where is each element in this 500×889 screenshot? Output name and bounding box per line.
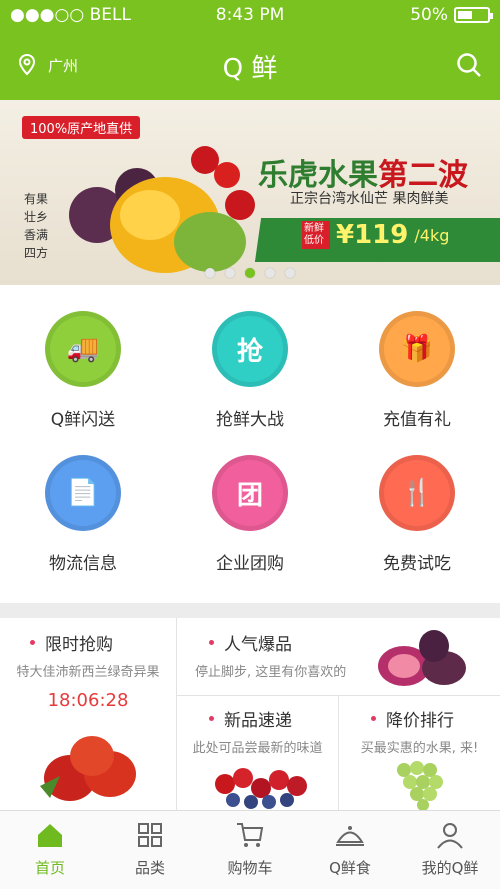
feature-group-buy[interactable]: 团企业团购: [167, 455, 333, 574]
banner-price-unit: /4kg: [414, 225, 450, 245]
promo-banner[interactable]: 100%原产地直供 有果壮乡 香满四方 乐虎水果第二波 正宗台湾水仙芒 果肉鲜美…: [0, 100, 500, 285]
battery-fill: [458, 11, 472, 19]
hot-items-card[interactable]: 人气爆品 停止脚步, 这里有你喜欢的: [177, 618, 500, 696]
gift-icon: 🎁: [379, 311, 455, 387]
feature-label: 免费试吃: [383, 554, 451, 574]
gift-icon-glyph: 🎁: [400, 334, 434, 364]
carousel-indicator: [0, 268, 500, 278]
battery-icon: [454, 7, 493, 23]
price-rank-card[interactable]: 降价排行 买最实惠的水果, 来!: [339, 696, 500, 811]
category-icon: [138, 823, 162, 847]
price-rank-title: 降价排行: [339, 696, 500, 731]
feature-label: Q鲜闪送: [50, 410, 116, 430]
document-icon: 📄: [45, 455, 121, 531]
delivery-truck-icon: 🚚: [45, 311, 121, 387]
group-buy-icon: 团: [212, 455, 288, 531]
home-icon: [38, 824, 62, 847]
banner-price: ¥119: [336, 220, 409, 250]
grapes-image: [397, 761, 443, 811]
bottom-tab-bar: 首页 品类 购物车 Q鲜食 我的Q鲜: [0, 810, 500, 889]
app-title: Q 鲜: [222, 54, 278, 84]
promo-section: 限时抢购 特大佳沛新西兰绿奇异果 18:06:28 人气爆品 停止脚步, 这里有…: [0, 618, 500, 811]
new-arrivals-card[interactable]: 新品速递 此处可品尝最新的味道: [177, 696, 339, 810]
banner-price-badge: 新鲜低价: [302, 221, 330, 249]
battery-percent: 50%: [410, 5, 448, 25]
top-nav: 广州 Q 鲜: [0, 30, 500, 100]
flash-sale-title: 限时抢购: [0, 618, 176, 655]
feature-document[interactable]: 📄 物流信息: [0, 455, 166, 574]
carousel-dot[interactable]: [205, 268, 215, 278]
carousel-dot[interactable]: [225, 268, 235, 278]
banner-subtitle: 正宗台湾水仙芒 果肉鲜美: [290, 191, 449, 207]
tab-label: Q鲜食: [329, 859, 371, 877]
delivery-truck-icon-glyph: 🚚: [66, 334, 100, 364]
fig-image: [378, 630, 466, 686]
feature-grab[interactable]: 抢抢鲜大战: [167, 311, 333, 430]
search-icon[interactable]: [456, 52, 482, 78]
user-icon: [437, 823, 463, 849]
banner-price-group: 新鲜低价 ¥119 /4kg: [302, 220, 449, 250]
feature-label: 充值有礼: [383, 410, 451, 430]
flash-sale-timer: 18:06:28: [47, 690, 129, 711]
tab-home[interactable]: 首页: [0, 811, 100, 889]
new-arrivals-title: 新品速递: [177, 696, 338, 731]
fork-spoon-icon-glyph: 🍴: [400, 478, 434, 508]
cart-icon: [237, 823, 264, 847]
banner-vertical-text: 有果壮乡 香满四方: [24, 192, 49, 260]
feature-label: 物流信息: [49, 554, 117, 574]
tab-label: 品类: [134, 859, 165, 877]
flash-sale-card[interactable]: 限时抢购 特大佳沛新西兰绿奇异果 18:06:28: [0, 618, 177, 810]
battery-group: 50%: [410, 5, 493, 25]
tab-label: 我的Q鲜: [421, 859, 479, 877]
apple-image: [40, 736, 136, 801]
berries-image: [215, 768, 307, 809]
tab-user[interactable]: 我的Q鲜: [400, 811, 500, 889]
feature-fork-spoon[interactable]: 🍴 免费试吃: [334, 455, 500, 574]
tab-cloche[interactable]: Q鲜食: [300, 811, 400, 889]
flash-sale-desc: 特大佳沛新西兰绿奇异果: [16, 665, 160, 680]
tab-category[interactable]: 品类: [100, 811, 200, 889]
fork-spoon-icon: 🍴: [379, 455, 455, 531]
tab-label: 首页: [34, 859, 65, 877]
document-icon-glyph: 📄: [66, 478, 100, 508]
group-buy-icon-glyph: 团: [236, 480, 263, 511]
cloche-icon: [336, 826, 364, 846]
grab-icon-glyph: 抢: [236, 336, 263, 367]
tab-cart[interactable]: 购物车: [200, 811, 300, 889]
status-bar: ●●●○○ BELL 8:43 PM 50%: [0, 0, 500, 30]
feature-gift[interactable]: 🎁 充值有礼: [334, 311, 500, 430]
feature-label: 抢鲜大战: [216, 410, 284, 430]
feature-label: 企业团购: [216, 554, 284, 574]
carousel-dot[interactable]: [285, 268, 295, 278]
grab-icon: 抢: [212, 311, 288, 387]
feature-delivery-truck[interactable]: 🚚 Q鲜闪送: [0, 311, 166, 430]
carousel-dot[interactable]: [265, 268, 275, 278]
feature-grid: 🚚 Q鲜闪送 抢抢鲜大战 🎁 充值有礼 📄 物流信息 团企业团购 🍴 免费试吃: [0, 285, 500, 605]
section-divider: [0, 603, 500, 618]
tab-label: 购物车: [227, 859, 273, 877]
carousel-dot[interactable]: [245, 268, 255, 278]
